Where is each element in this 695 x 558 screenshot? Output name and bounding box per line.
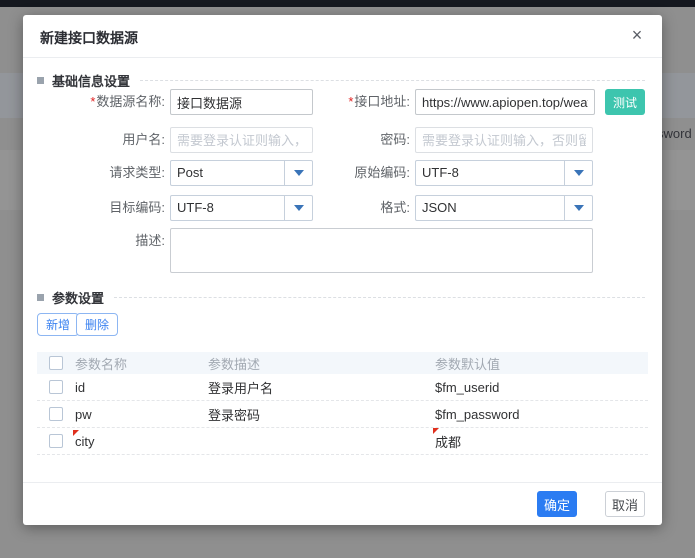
row-checkbox[interactable] <box>49 380 63 394</box>
test-button[interactable]: 测试 <box>605 89 645 115</box>
format-arrow[interactable] <box>564 196 592 220</box>
description-textarea[interactable] <box>170 228 593 273</box>
source-encoding-label: 原始编码: <box>323 160 410 186</box>
password-label: 密码: <box>323 127 410 153</box>
table-row[interactable]: pw 登录密码 $fm_password <box>37 401 648 428</box>
param-default-cell[interactable]: 成都 <box>435 432 648 451</box>
username-input[interactable] <box>170 127 313 153</box>
username-label: 用户名: <box>23 127 165 153</box>
dialog-header: 新建接口数据源 × <box>23 15 662 58</box>
request-type-label: 请求类型: <box>23 160 165 186</box>
param-name-cell[interactable]: pw <box>75 407 208 422</box>
request-type-value: Post <box>171 161 284 185</box>
target-encoding-dropdown[interactable]: UTF-8 <box>170 195 313 221</box>
param-desc-cell[interactable]: 登录用户名 <box>208 378 435 397</box>
background-text-fragment: sword <box>657 126 692 141</box>
datasource-name-input[interactable] <box>170 89 313 115</box>
table-row[interactable]: city 成都 <box>37 428 648 455</box>
target-encoding-arrow[interactable] <box>284 196 312 220</box>
section-basic-title: 基础信息设置 <box>52 71 130 90</box>
cancel-button[interactable]: 取消 <box>605 491 645 517</box>
new-api-datasource-dialog: 新建接口数据源 × 基础信息设置 *数据源名称: *接口地址: 测试 用户名: … <box>23 15 662 525</box>
format-label: 格式: <box>323 195 410 221</box>
api-url-input[interactable] <box>415 89 595 115</box>
param-name-cell[interactable]: id <box>75 380 208 395</box>
password-input[interactable] <box>415 127 593 153</box>
chevron-down-icon <box>574 170 584 176</box>
section-basic-info: 基础信息设置 <box>37 72 645 88</box>
section-divider-line <box>114 297 645 298</box>
required-mark: * <box>90 94 95 109</box>
section-divider-line <box>140 80 645 81</box>
request-type-arrow[interactable] <box>284 161 312 185</box>
chevron-down-icon <box>294 205 304 211</box>
api-url-label: *接口地址: <box>323 89 410 115</box>
table-row[interactable]: id 登录用户名 $fm_userid <box>37 374 648 401</box>
header-param-desc: 参数描述 <box>208 354 435 373</box>
datasource-name-label: *数据源名称: <box>23 89 165 115</box>
format-dropdown[interactable]: JSON <box>415 195 593 221</box>
param-desc-cell[interactable]: 登录密码 <box>208 405 435 424</box>
request-type-dropdown[interactable]: Post <box>170 160 313 186</box>
select-all-checkbox[interactable] <box>49 356 63 370</box>
chevron-down-icon <box>294 170 304 176</box>
section-square-icon <box>37 294 44 301</box>
param-default-cell[interactable]: $fm_password <box>435 407 648 422</box>
header-param-name: 参数名称 <box>75 354 208 373</box>
close-icon[interactable]: × <box>626 24 648 46</box>
add-param-button[interactable]: 新增 <box>37 313 79 336</box>
section-params: 参数设置 <box>37 289 645 305</box>
source-encoding-arrow[interactable] <box>564 161 592 185</box>
chevron-down-icon <box>574 205 584 211</box>
row-checkbox[interactable] <box>49 434 63 448</box>
param-default-text: 成都 <box>435 435 461 450</box>
dialog-footer: 确定 取消 <box>23 482 662 525</box>
edited-cell-marker-icon <box>433 428 439 434</box>
edited-cell-marker-icon <box>73 430 79 436</box>
target-encoding-label: 目标编码: <box>23 195 165 221</box>
datasource-name-label-text: 数据源名称: <box>96 94 165 109</box>
target-encoding-value: UTF-8 <box>171 196 284 220</box>
api-url-label-text: 接口地址: <box>354 94 410 109</box>
browser-top-bar <box>0 0 695 7</box>
source-encoding-dropdown[interactable]: UTF-8 <box>415 160 593 186</box>
screen: sword 新建接口数据源 × 基础信息设置 *数据源名称: *接口地址: 测试… <box>0 0 695 558</box>
delete-param-button[interactable]: 删除 <box>76 313 118 336</box>
source-encoding-value: UTF-8 <box>416 161 564 185</box>
param-table: 参数名称 参数描述 参数默认值 id 登录用户名 $fm_userid pw 登… <box>37 352 648 455</box>
ok-button[interactable]: 确定 <box>537 491 577 517</box>
description-label: 描述: <box>23 228 165 254</box>
format-value: JSON <box>416 196 564 220</box>
section-params-title: 参数设置 <box>52 288 104 307</box>
dialog-title: 新建接口数据源 <box>40 28 138 48</box>
param-name-cell[interactable]: city <box>75 434 208 449</box>
param-name-text: city <box>75 434 95 449</box>
header-param-default: 参数默认值 <box>435 354 648 373</box>
param-table-header: 参数名称 参数描述 参数默认值 <box>37 352 648 374</box>
param-default-cell[interactable]: $fm_userid <box>435 380 648 395</box>
section-square-icon <box>37 77 44 84</box>
required-mark: * <box>348 94 353 109</box>
row-checkbox[interactable] <box>49 407 63 421</box>
